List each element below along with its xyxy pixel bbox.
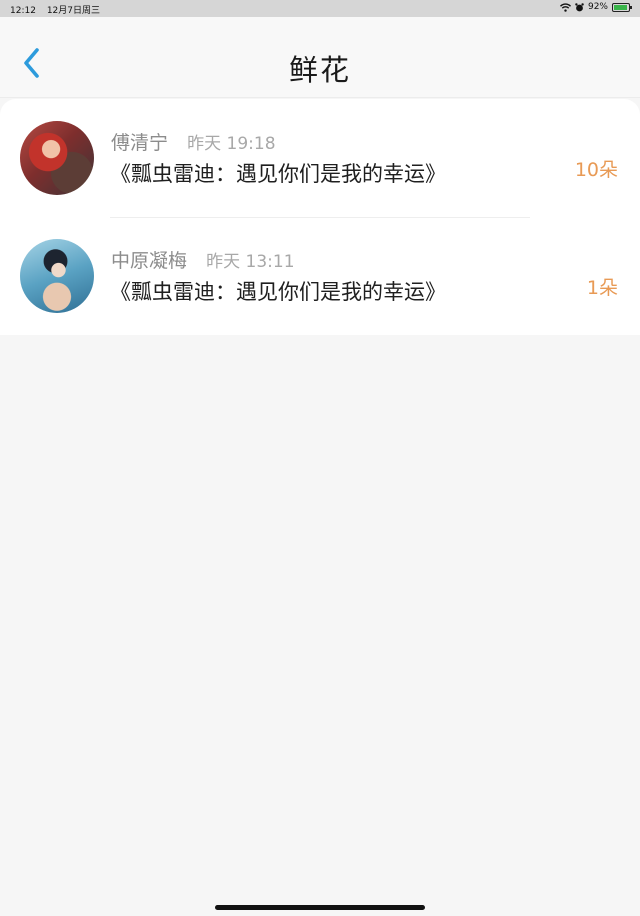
avatar[interactable] [20, 239, 94, 313]
avatar[interactable] [20, 121, 94, 195]
status-bar: 12:12 12月7日周三 92% [0, 0, 640, 17]
flower-count: 10朵 [574, 159, 618, 181]
book-title: 《瓢虫雷迪：遇见你们是我的幸运》 [110, 162, 446, 186]
page-title: 鲜花 [288, 53, 351, 87]
list-item[interactable]: 中原凝梅 昨天 13:11 《瓢虫雷迪：遇见你们是我的幸运》 1朵 [0, 217, 640, 335]
navigation-bar: 鲜花 [0, 17, 640, 98]
status-left: 12:12 12月7日周三 [10, 3, 108, 16]
battery-level [614, 4, 627, 10]
sender-name: 傅清宁 [111, 132, 169, 154]
alarm-icon [575, 2, 584, 11]
sender-name: 中原凝梅 [111, 250, 188, 272]
status-time: 12:12 [10, 6, 36, 16]
status-right: 92% [559, 2, 632, 12]
gift-meta: 傅清宁 昨天 19:18 [111, 128, 276, 155]
gift-meta: 中原凝梅 昨天 13:11 [111, 246, 295, 273]
battery-charging-icon [612, 2, 632, 12]
gift-time: 昨天 19:18 [187, 134, 276, 154]
flower-gift-list: 傅清宁 昨天 19:18 《瓢虫雷迪：遇见你们是我的幸运》 10朵 中原凝梅 昨… [0, 99, 640, 335]
gift-time: 昨天 13:11 [206, 252, 295, 272]
home-indicator[interactable] [215, 905, 425, 910]
book-title: 《瓢虫雷迪：遇见你们是我的幸运》 [110, 280, 446, 304]
wifi-icon [559, 2, 571, 12]
status-date: 12月7日周三 [46, 6, 100, 16]
battery-percent: 92% [587, 2, 608, 12]
list-item[interactable]: 傅清宁 昨天 19:18 《瓢虫雷迪：遇见你们是我的幸运》 10朵 [0, 99, 640, 217]
flower-count: 1朵 [586, 277, 618, 299]
